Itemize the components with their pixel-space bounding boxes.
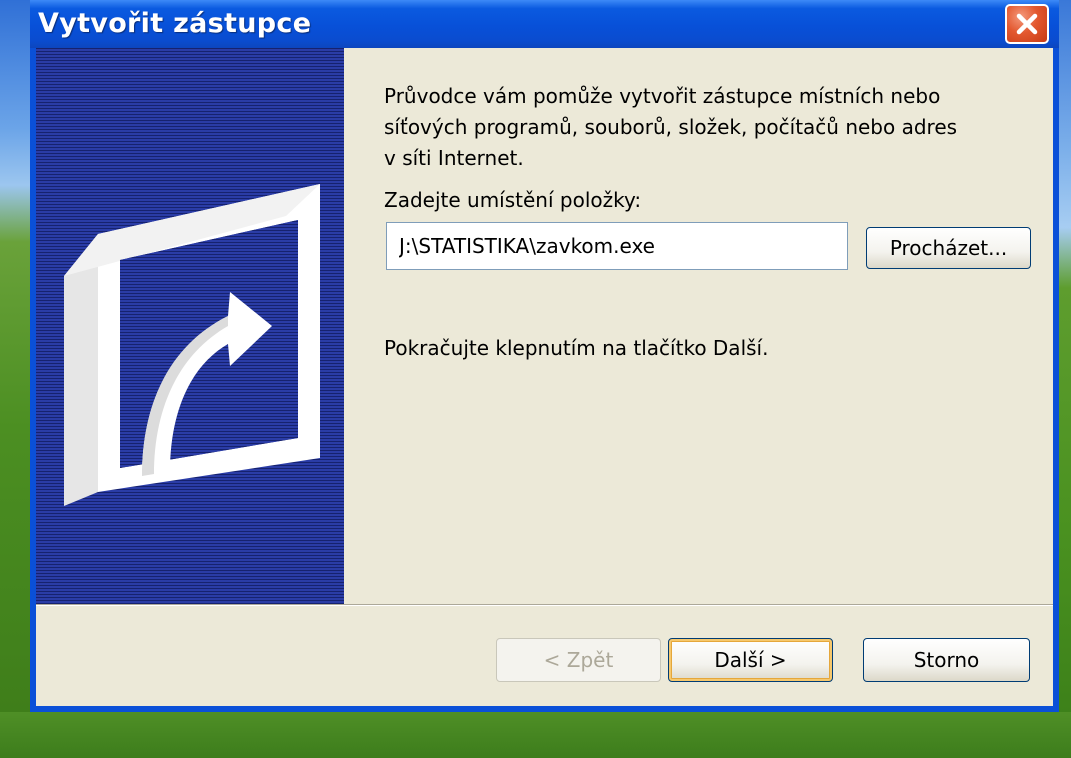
window-title: Vytvořit zástupce xyxy=(38,8,312,39)
desktop-background-left xyxy=(0,0,34,712)
shortcut-arrow-icon xyxy=(64,184,320,506)
close-icon xyxy=(1016,13,1038,35)
location-input[interactable] xyxy=(386,222,848,270)
desktop-background-bottom xyxy=(0,712,1071,758)
next-button[interactable]: Další > xyxy=(668,638,833,682)
footer-separator xyxy=(36,604,1053,606)
location-label: Zadejte umístění položky: xyxy=(384,188,642,212)
intro-text: Průvodce vám pomůže vytvořit zástupce mí… xyxy=(384,84,958,170)
cancel-button[interactable]: Storno xyxy=(863,638,1030,682)
dialog-client-area: Průvodce vám pomůže vytvořit zástupce mí… xyxy=(36,48,1053,706)
create-shortcut-dialog: Vytvořit zástupce Průvodce vám pomůže vy… xyxy=(30,0,1059,712)
title-bar[interactable]: Vytvořit zástupce xyxy=(30,0,1059,48)
browse-button[interactable]: Procházet... xyxy=(866,227,1031,269)
wizard-side-panel xyxy=(36,48,344,604)
back-button[interactable]: < Zpět xyxy=(496,638,661,682)
continue-instruction: Pokračujte klepnutím na tlačítko Další. xyxy=(384,336,769,360)
close-button[interactable] xyxy=(1005,4,1049,44)
